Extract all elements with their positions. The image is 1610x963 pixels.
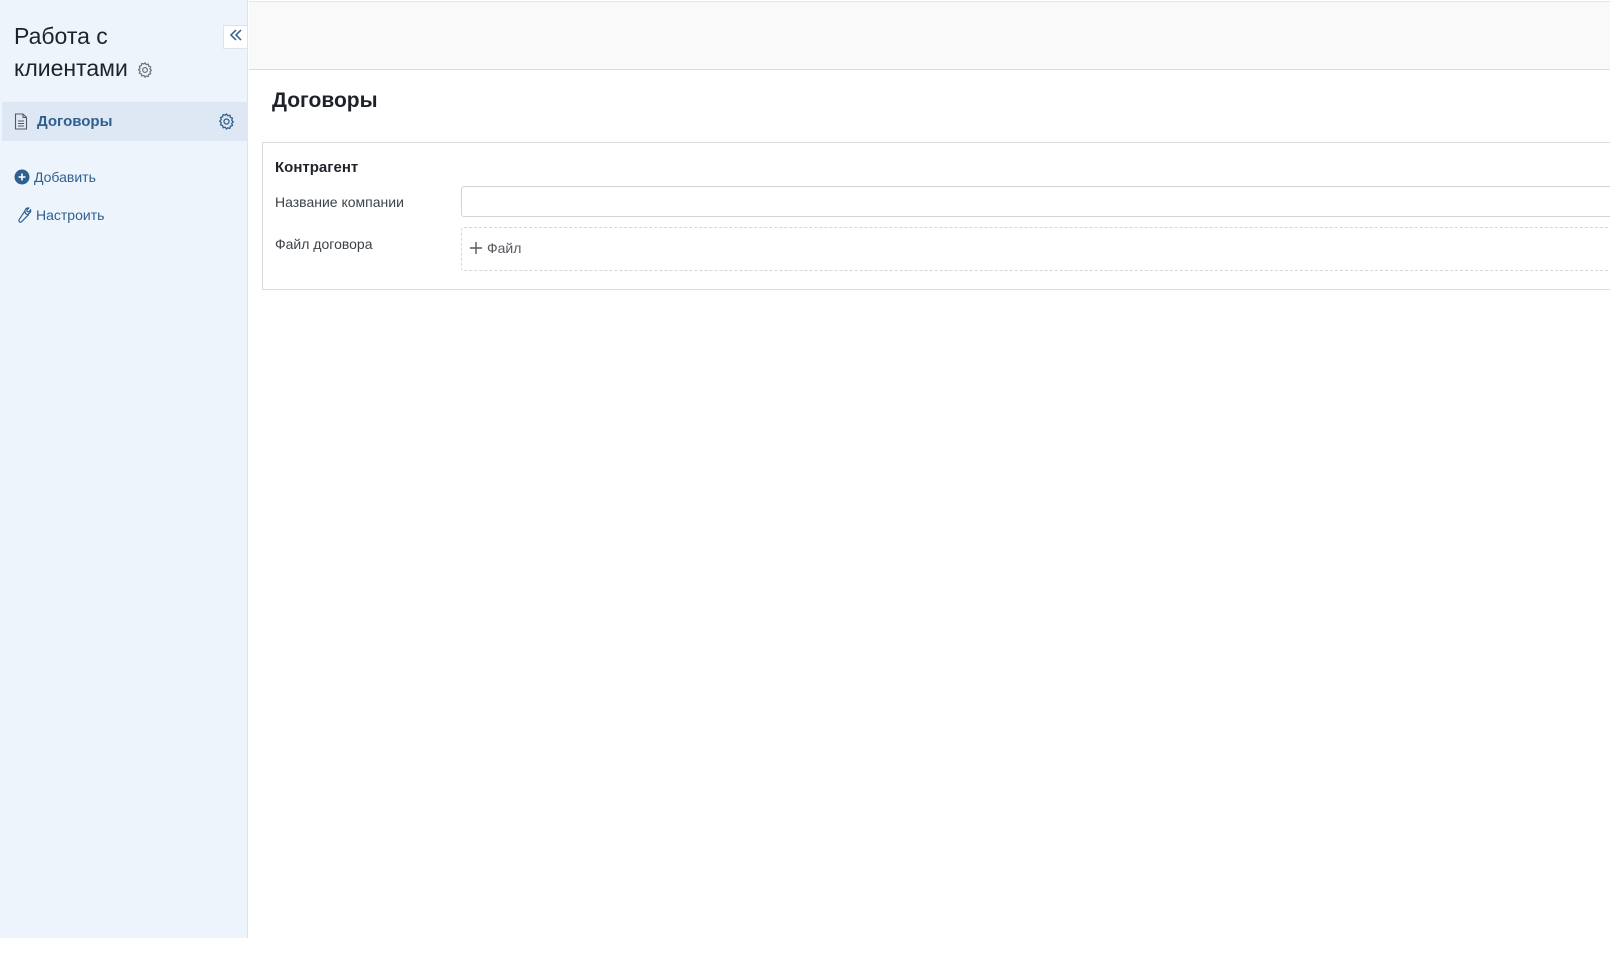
top-bar <box>249 1 1610 70</box>
collapse-sidebar-button[interactable] <box>223 25 247 49</box>
contract-file-label: Файл договора <box>275 236 373 252</box>
company-name-input[interactable] <box>461 186 1610 217</box>
app-title: Работа с клиентами <box>14 23 128 81</box>
page-title: Договоры <box>272 89 378 112</box>
configure-button[interactable]: Настроить <box>14 206 104 224</box>
app-title-block: Работа с клиентами <box>14 20 214 87</box>
company-name-label: Название компании <box>275 194 404 210</box>
document-icon <box>14 113 28 130</box>
form-card: Контрагент Название компании Файл догово… <box>262 142 1610 290</box>
plus-circle-icon <box>14 169 30 185</box>
sidebar-item-label: Договоры <box>37 113 113 130</box>
add-label: Добавить <box>34 169 96 185</box>
section-title: Контрагент <box>275 159 359 176</box>
configure-label: Настроить <box>36 207 105 223</box>
file-drop-zone[interactable]: Файл <box>461 227 1610 271</box>
wrench-icon <box>14 206 32 224</box>
add-button[interactable]: Добавить <box>14 169 96 185</box>
sidebar: Работа с клиентами Договоры Добавить Нас… <box>0 0 248 938</box>
app-settings-gear-icon[interactable] <box>136 55 154 87</box>
app-window: Работа с клиентами Договоры Добавить Нас… <box>0 0 1610 963</box>
plus-icon <box>469 241 483 255</box>
add-file-label: Файл <box>487 240 522 256</box>
item-settings-gear-icon[interactable] <box>217 112 236 131</box>
add-file-button[interactable]: Файл <box>469 240 521 256</box>
chevrons-left-icon <box>229 28 243 47</box>
sidebar-item-contracts[interactable]: Договоры <box>2 102 248 141</box>
